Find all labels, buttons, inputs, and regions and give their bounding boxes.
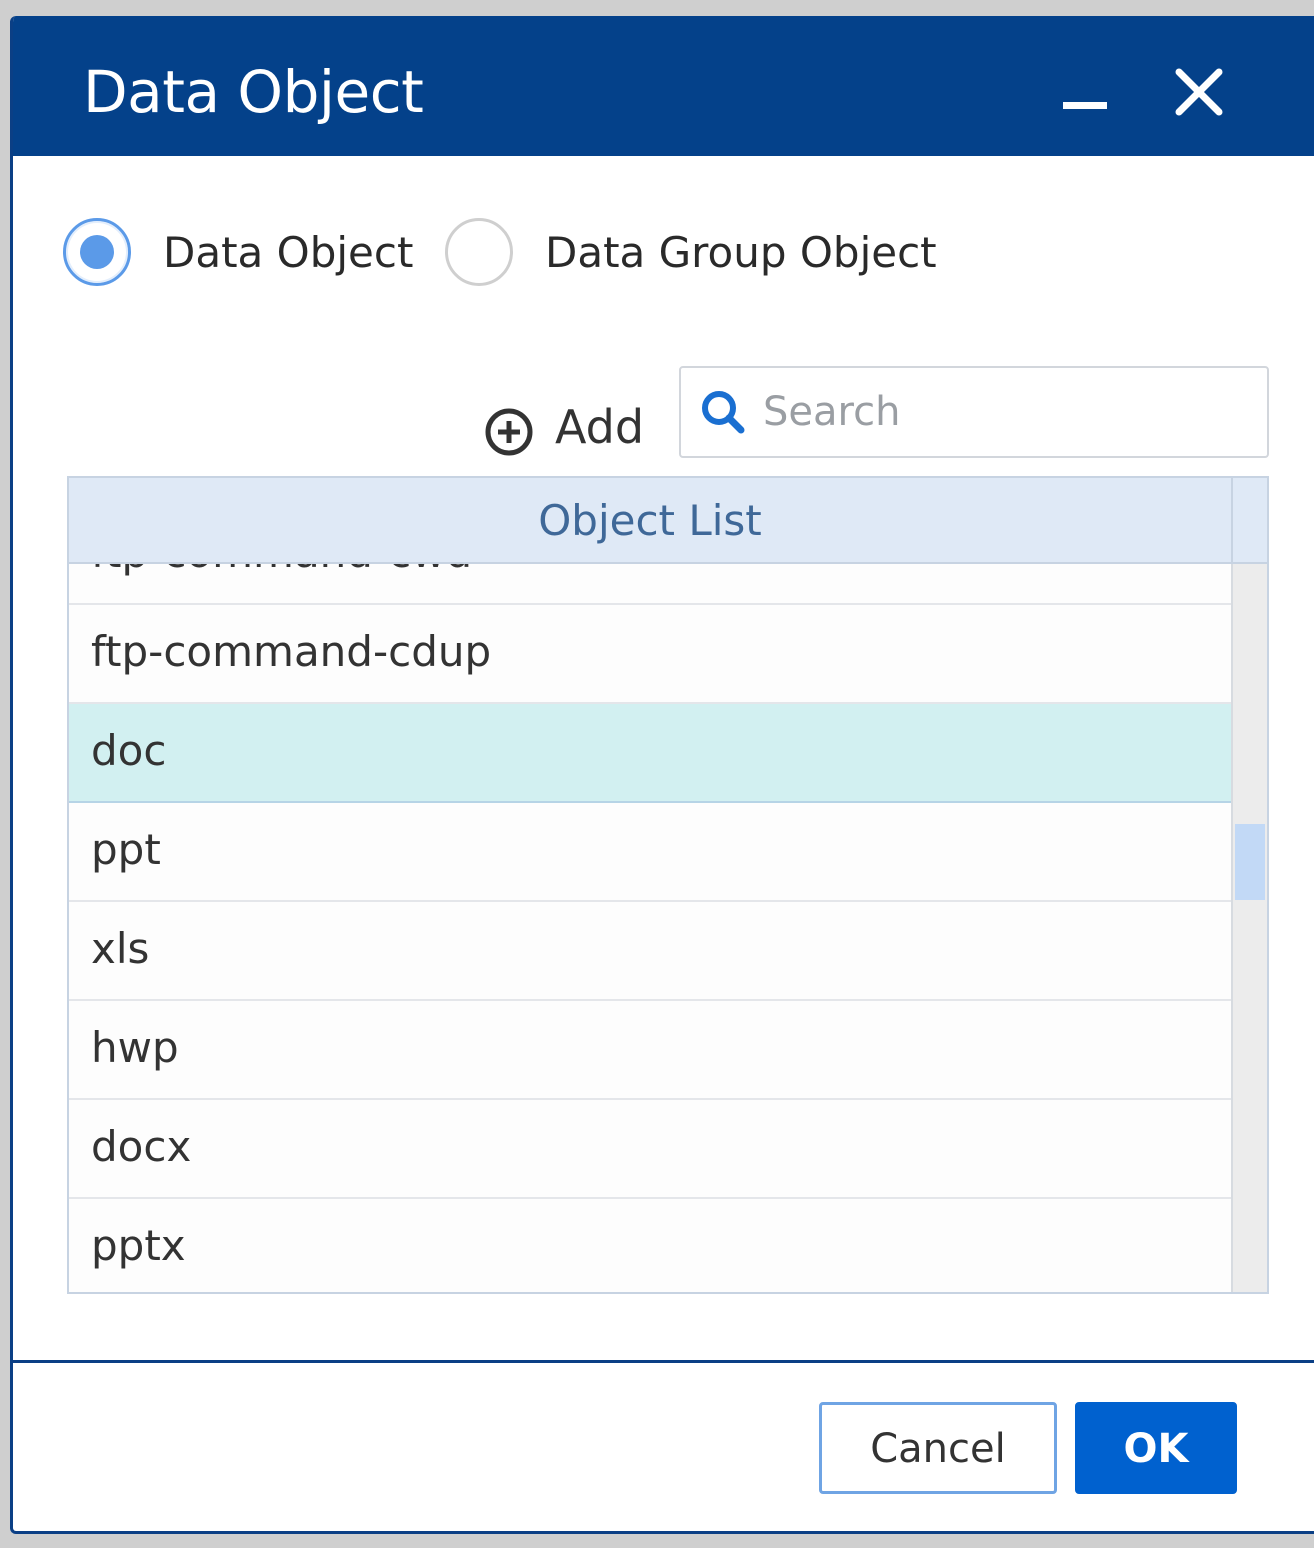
cancel-button[interactable]: Cancel [819, 1402, 1057, 1494]
list-item-selected[interactable]: doc [69, 704, 1231, 803]
list-item[interactable]: ftp-command-cwd [69, 564, 1231, 605]
minimize-icon [1063, 102, 1107, 109]
object-list-header-label: Object List [538, 496, 762, 545]
object-list: Object List ftp-command-cwd ftp-command-… [67, 476, 1269, 1294]
close-icon [1175, 68, 1223, 116]
search-icon [702, 391, 745, 434]
list-item[interactable]: docx [69, 1100, 1231, 1199]
minimize-button[interactable] [1059, 68, 1111, 120]
list-item-label: xls [91, 924, 150, 973]
radio-label: Data Object [163, 228, 414, 277]
object-list-header: Object List [69, 478, 1231, 564]
dialog-title: Data Object [83, 58, 424, 126]
radio-label: Data Group Object [545, 228, 937, 277]
search-input[interactable] [763, 382, 1243, 442]
search-box[interactable] [679, 366, 1269, 458]
list-item-label: docx [91, 1122, 192, 1171]
radio-button-checked[interactable] [63, 218, 131, 286]
object-list-rows: ftp-command-cwd ftp-command-cdup doc ppt… [69, 564, 1231, 1292]
plus-circle-icon [485, 408, 533, 456]
list-item-label: hwp [91, 1023, 179, 1072]
list-item[interactable]: ftp-command-cdup [69, 605, 1231, 704]
list-item[interactable]: ppt [69, 803, 1231, 902]
list-header-corner [1231, 478, 1267, 564]
list-item-label: ftp-command-cdup [91, 627, 492, 676]
ok-button[interactable]: OK [1075, 1402, 1237, 1494]
list-scrollbar[interactable] [1231, 564, 1267, 1292]
add-button[interactable]: Add [483, 392, 653, 462]
radio-button-unchecked[interactable] [445, 218, 513, 286]
radio-data-group-object[interactable]: Data Group Object [445, 216, 945, 292]
list-item-label: pptx [91, 1221, 186, 1270]
radio-data-object[interactable]: Data Object [63, 216, 423, 292]
dialog-titlebar: Data Object [13, 16, 1314, 156]
data-object-dialog: Data Object Data Object Data Group Objec… [10, 16, 1314, 1534]
close-button[interactable] [1171, 64, 1227, 120]
add-label: Add [555, 400, 645, 454]
list-item-label: doc [91, 726, 167, 775]
list-scrollbar-thumb[interactable] [1235, 824, 1265, 900]
list-item[interactable]: hwp [69, 1001, 1231, 1100]
footer-divider [13, 1360, 1314, 1363]
list-item-label: ftp-command-cwd [91, 564, 472, 577]
list-item[interactable]: xls [69, 902, 1231, 1001]
list-item-label: ppt [91, 825, 161, 874]
list-item[interactable]: pptx [69, 1199, 1231, 1292]
